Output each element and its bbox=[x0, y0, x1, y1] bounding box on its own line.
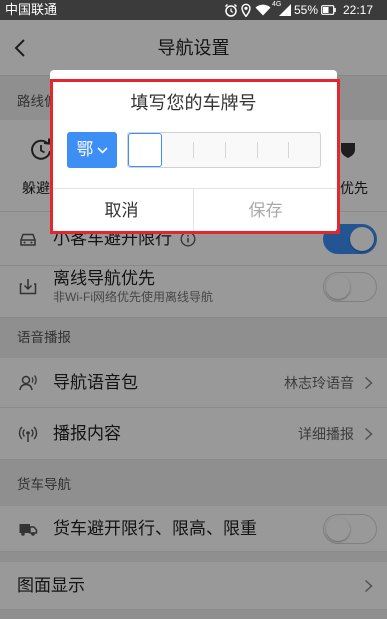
wifi-icon bbox=[255, 4, 271, 16]
battery-icon bbox=[321, 5, 336, 15]
plate-char-cell[interactable] bbox=[193, 133, 225, 167]
chevron-down-icon bbox=[96, 146, 108, 154]
province-value: 鄂 bbox=[76, 140, 94, 159]
license-plate-dialog: 填写您的车牌号 鄂 取消 保存 bbox=[50, 70, 337, 232]
dialog-title: 填写您的车牌号 bbox=[130, 93, 257, 113]
plate-char-cell[interactable] bbox=[256, 133, 289, 167]
carrier-name: 中国联通 bbox=[5, 2, 58, 17]
plate-number-input[interactable] bbox=[127, 132, 321, 168]
signal-icon bbox=[279, 4, 291, 16]
save-button[interactable]: 保存 bbox=[194, 189, 337, 232]
plate-char-cell[interactable] bbox=[225, 133, 257, 167]
province-select-button[interactable]: 鄂 bbox=[67, 132, 117, 168]
cancel-button[interactable]: 取消 bbox=[50, 189, 193, 232]
clock: 22:17 bbox=[343, 3, 374, 17]
plate-char-cell[interactable] bbox=[162, 133, 194, 167]
alarm-icon bbox=[224, 3, 238, 17]
plate-char-cell[interactable] bbox=[128, 133, 162, 167]
location-icon bbox=[241, 3, 251, 17]
plate-char-cell[interactable] bbox=[288, 133, 320, 167]
status-bar: 中国联通 4G 55% 22:17 bbox=[0, 0, 387, 20]
battery-percent: 55% bbox=[294, 3, 319, 17]
